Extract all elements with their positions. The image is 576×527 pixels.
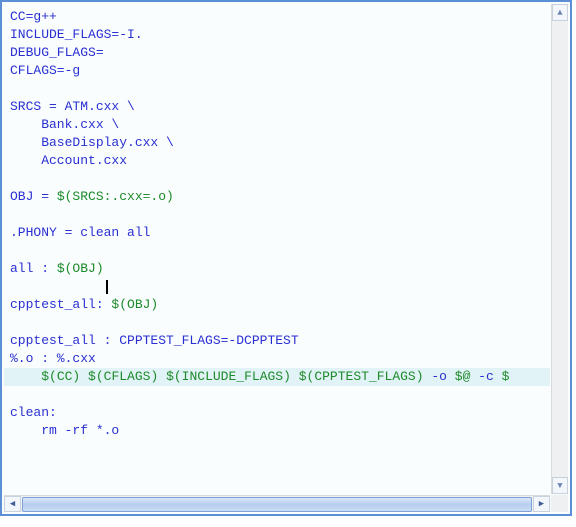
code-line[interactable]: cpptest_all: $(OBJ) bbox=[10, 296, 544, 314]
code-line[interactable]: CC=g++ bbox=[10, 8, 544, 26]
code-line[interactable] bbox=[10, 170, 544, 188]
horizontal-scrollbar[interactable]: ◀ ▶ bbox=[4, 495, 550, 512]
code-line[interactable]: INCLUDE_FLAGS=-I. bbox=[10, 26, 544, 44]
scrollbar-corner bbox=[551, 495, 568, 512]
code-line[interactable] bbox=[10, 242, 544, 260]
code-line[interactable]: %.o : %.cxx bbox=[10, 350, 544, 368]
scroll-up-icon[interactable]: ▲ bbox=[552, 4, 568, 21]
vertical-scrollbar[interactable]: ▲ ▼ bbox=[551, 4, 568, 494]
code-line[interactable] bbox=[10, 80, 544, 98]
horizontal-scrollbar-thumb[interactable] bbox=[22, 497, 532, 512]
code-line[interactable]: clean: bbox=[10, 404, 544, 422]
scroll-down-icon[interactable]: ▼ bbox=[552, 477, 568, 494]
code-line[interactable] bbox=[10, 206, 544, 224]
scroll-left-icon[interactable]: ◀ bbox=[4, 496, 21, 512]
code-line[interactable]: .PHONY = clean all bbox=[10, 224, 544, 242]
code-line[interactable]: all : $(OBJ) bbox=[10, 260, 544, 278]
code-line[interactable]: SRCS = ATM.cxx \ bbox=[10, 98, 544, 116]
scroll-right-icon[interactable]: ▶ bbox=[533, 496, 550, 512]
code-line[interactable]: cpptest_all : CPPTEST_FLAGS=-DCPPTEST bbox=[10, 332, 544, 350]
code-line[interactable]: rm -rf *.o bbox=[10, 422, 544, 440]
code-line[interactable] bbox=[10, 314, 544, 332]
editor-frame: CC=g++INCLUDE_FLAGS=-I.DEBUG_FLAGS=CFLAG… bbox=[0, 0, 572, 516]
code-line[interactable]: OBJ = $(SRCS:.cxx=.o) bbox=[10, 188, 544, 206]
code-line[interactable] bbox=[10, 386, 544, 404]
code-line[interactable] bbox=[10, 278, 544, 296]
code-line[interactable]: CFLAGS=-g bbox=[10, 62, 544, 80]
code-area[interactable]: CC=g++INCLUDE_FLAGS=-I.DEBUG_FLAGS=CFLAG… bbox=[4, 4, 550, 494]
code-line[interactable]: Bank.cxx \ bbox=[10, 116, 544, 134]
code-line[interactable]: DEBUG_FLAGS= bbox=[10, 44, 544, 62]
code-line[interactable]: BaseDisplay.cxx \ bbox=[10, 134, 544, 152]
code-line[interactable]: $(CC) $(CFLAGS) $(INCLUDE_FLAGS) $(CPPTE… bbox=[4, 368, 550, 386]
code-line[interactable]: Account.cxx bbox=[10, 152, 544, 170]
